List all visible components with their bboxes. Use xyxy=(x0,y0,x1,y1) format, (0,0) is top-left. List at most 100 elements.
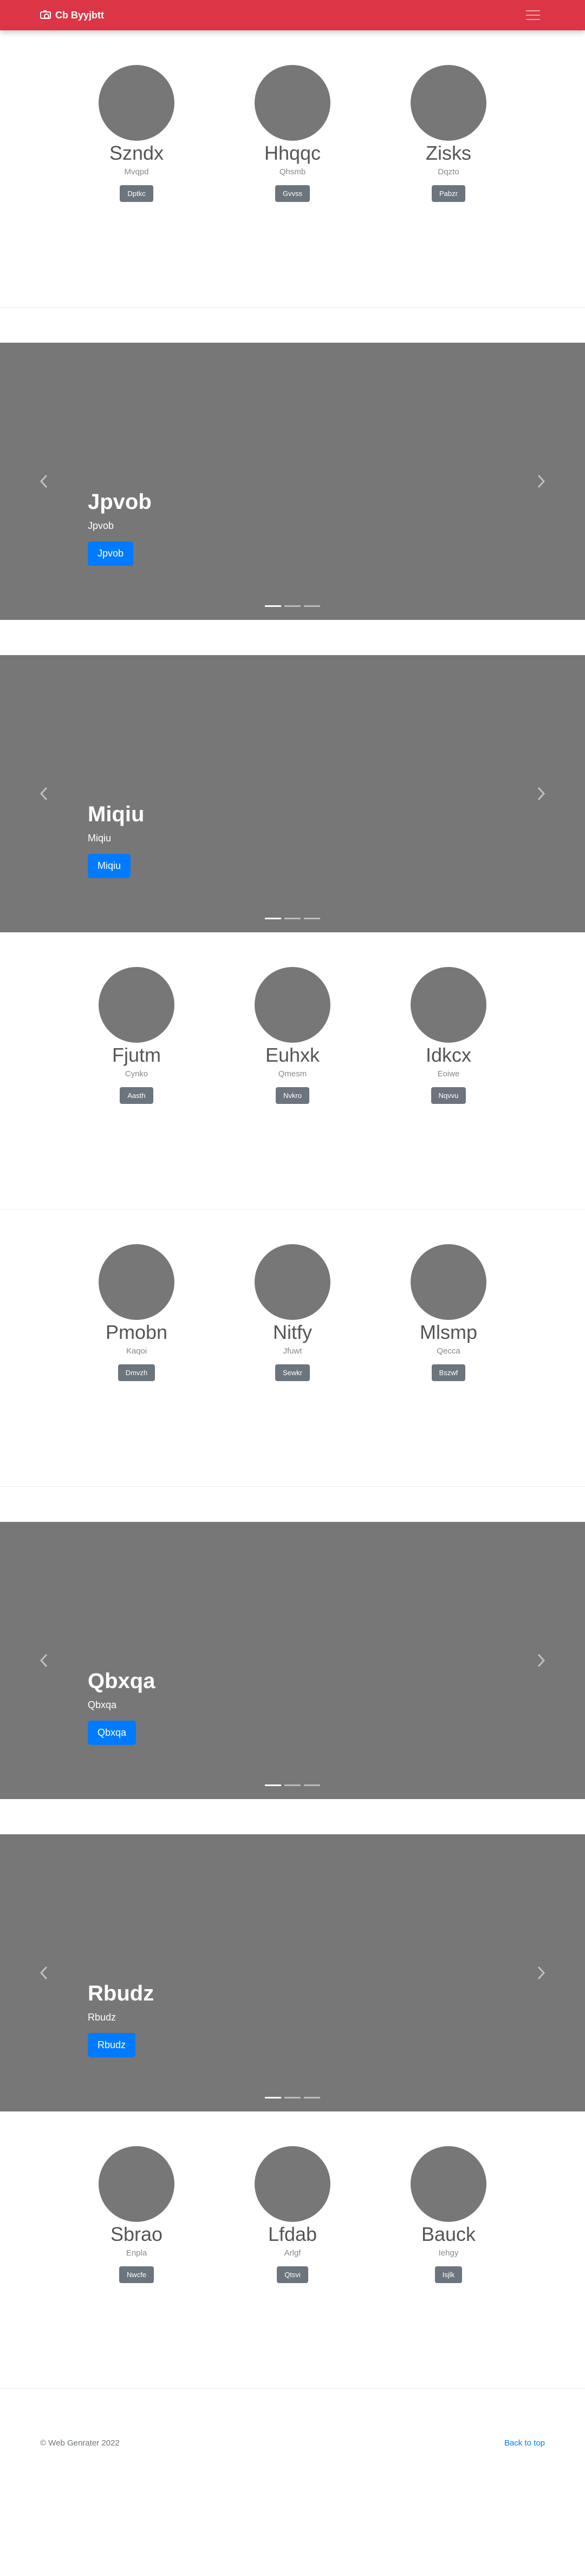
avatar xyxy=(99,1244,174,1320)
carousel-1: Jpvob Jpvob Jpvob xyxy=(0,343,585,620)
chevron-right-icon xyxy=(537,1966,545,1980)
profile-button[interactable]: Sewkr xyxy=(275,1364,310,1382)
carousel-subtitle: Jpvob xyxy=(88,520,114,531)
profile-button[interactable]: Isjlk xyxy=(434,2266,463,2284)
carousel-caption: Rbudz Rbudz Rbudz xyxy=(88,1980,154,2057)
profile-button[interactable]: Bszwf xyxy=(431,1364,466,1382)
profile-button[interactable]: Nqvvu xyxy=(431,1087,466,1104)
carousel-subtitle: Qbxqa xyxy=(88,1699,117,1710)
profile-name: Zisks xyxy=(426,142,471,164)
profile-subtitle: Arlgf xyxy=(284,2248,301,2258)
profile-card: Mlsmp Qecca Bszwf xyxy=(370,1244,526,1486)
profile-name: Hhqqc xyxy=(264,142,321,164)
back-to-top-link[interactable]: Back to top xyxy=(504,2438,545,2448)
carousel-indicator[interactable] xyxy=(265,2097,281,2098)
carousel-indicators xyxy=(0,918,585,919)
profile-card: Euhxk Qmesm Nvkro xyxy=(214,967,370,1209)
profile-button[interactable]: Qtsvi xyxy=(277,2266,308,2284)
camera-icon xyxy=(40,10,51,19)
profile-subtitle: Kaqoi xyxy=(126,1346,147,1356)
chevron-right-icon xyxy=(537,1653,545,1668)
profile-card: Nitfy Jfuwt Sewkr xyxy=(214,1244,370,1486)
avatar xyxy=(255,2146,330,2222)
carousel-button[interactable]: Rbudz xyxy=(88,2033,136,2057)
profile-subtitle: Qmesm xyxy=(278,1069,307,1079)
avatar xyxy=(99,2146,174,2222)
profile-name: Nitfy xyxy=(273,1321,312,1343)
profile-name: Lfdab xyxy=(268,2223,317,2245)
profile-subtitle: Enpla xyxy=(126,2248,147,2258)
profile-subtitle: Dqzto xyxy=(438,167,459,177)
profile-button[interactable]: Nvkro xyxy=(276,1087,309,1104)
profile-subtitle: Qhsmb xyxy=(279,167,306,177)
profile-section-4: Sbrao Enpla Nwcfe Lfdab Arlgf Qtsvi Bauc… xyxy=(0,2111,585,2389)
profile-button[interactable]: Nwcfe xyxy=(119,2266,154,2284)
carousel-title: Qbxqa xyxy=(88,1669,155,1693)
chevron-right-icon xyxy=(537,787,545,801)
profile-name: Euhxk xyxy=(265,1044,320,1066)
profile-subtitle: Mvqpd xyxy=(124,167,149,177)
footer: © Web Genrater 2022 Back to top xyxy=(0,2389,585,2451)
carousel-next-button[interactable] xyxy=(497,1834,585,2111)
carousel-prev-button[interactable] xyxy=(0,1834,88,2111)
avatar xyxy=(255,65,330,141)
profile-button[interactable]: Gvvss xyxy=(275,185,310,202)
profile-name: Sbrao xyxy=(110,2223,163,2245)
profile-button[interactable]: Dptkc xyxy=(120,185,153,202)
carousel-indicators xyxy=(0,2097,585,2098)
carousel-indicator[interactable] xyxy=(265,1784,281,1786)
avatar xyxy=(99,65,174,141)
profile-card: Szndx Mvqpd Dptkc xyxy=(58,65,214,307)
carousel-indicator[interactable] xyxy=(304,1784,320,1786)
carousel-prev-button[interactable] xyxy=(0,655,88,932)
profile-card: Sbrao Enpla Nwcfe xyxy=(58,2146,214,2388)
carousel-indicator[interactable] xyxy=(284,918,301,919)
carousel-indicator[interactable] xyxy=(304,2097,320,2098)
chevron-left-icon xyxy=(40,1966,48,1980)
profile-name: Mlsmp xyxy=(420,1321,477,1343)
profile-section-1: Szndx Mvqpd Dptkc Hhqqc Qhsmb Gvvss Zisk… xyxy=(0,30,585,308)
carousel-indicator[interactable] xyxy=(265,918,281,919)
profile-section-3: Pmobn Kaqoi Dmvzh Nitfy Jfuwt Sewkr Mlsm… xyxy=(0,1209,585,1487)
carousel-indicators xyxy=(0,605,585,607)
carousel-button[interactable]: Miqiu xyxy=(88,854,131,878)
avatar xyxy=(99,967,174,1043)
carousel-indicator[interactable] xyxy=(284,605,301,607)
carousel-prev-button[interactable] xyxy=(0,343,88,620)
profile-button[interactable]: Pabzr xyxy=(432,185,465,202)
chevron-left-icon xyxy=(40,474,48,488)
carousel-caption: Miqiu Miqiu Miqiu xyxy=(88,801,144,878)
profile-button[interactable]: Aasth xyxy=(120,1087,153,1104)
carousel-indicator[interactable] xyxy=(304,605,320,607)
carousel-indicator[interactable] xyxy=(284,2097,301,2098)
carousel-button[interactable]: Qbxqa xyxy=(88,1721,136,1745)
carousel-indicator[interactable] xyxy=(284,1784,301,1786)
chevron-right-icon xyxy=(537,474,545,488)
avatar xyxy=(411,967,486,1043)
navbar-brand[interactable]: Cb Byyjbtt xyxy=(40,10,104,21)
carousel-3: Qbxqa Qbxqa Qbxqa xyxy=(0,1522,585,1799)
carousel-2: Miqiu Miqiu Miqiu xyxy=(0,655,585,932)
carousel-next-button[interactable] xyxy=(497,655,585,932)
copyright-text: © Web Genrater 2022 xyxy=(40,2438,120,2448)
carousel-caption: Qbxqa Qbxqa Qbxqa xyxy=(88,1668,155,1745)
carousel-next-button[interactable] xyxy=(497,1522,585,1799)
profile-name: Idkcx xyxy=(425,1044,472,1066)
avatar xyxy=(411,1244,486,1320)
avatar xyxy=(255,967,330,1043)
profile-name: Bauck xyxy=(421,2223,476,2245)
profile-card: Idkcx Eoiwe Nqvvu xyxy=(370,967,526,1209)
profile-name: Pmobn xyxy=(105,1321,168,1343)
hamburger-menu-icon[interactable] xyxy=(521,5,545,25)
carousel-title: Jpvob xyxy=(88,490,152,514)
carousel-button[interactable]: Jpvob xyxy=(88,541,134,566)
carousel-subtitle: Miqiu xyxy=(88,833,112,844)
carousel-next-button[interactable] xyxy=(497,343,585,620)
carousel-4: Rbudz Rbudz Rbudz xyxy=(0,1834,585,2111)
profile-button[interactable]: Dmvzh xyxy=(118,1364,155,1382)
carousel-prev-button[interactable] xyxy=(0,1522,88,1799)
profile-card: Bauck Iehgy Isjlk xyxy=(370,2146,526,2388)
carousel-indicator[interactable] xyxy=(304,918,320,919)
carousel-indicator[interactable] xyxy=(265,605,281,607)
profile-name: Szndx xyxy=(109,142,164,164)
